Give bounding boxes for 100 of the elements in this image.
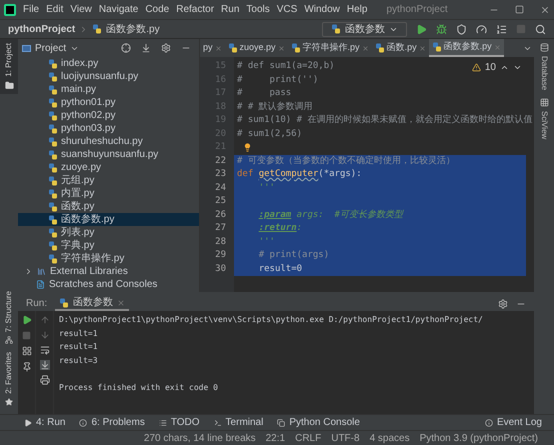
file-tree-item[interactable]: python01.py	[18, 96, 199, 109]
menu-item[interactable]: Navigate	[98, 2, 138, 17]
file-tree-item[interactable]: 内置.py	[18, 187, 199, 200]
file-tree-item[interactable]: shuruheshuchu.py	[18, 135, 199, 148]
layout-icon[interactable]	[22, 346, 32, 356]
python-file-icon	[48, 188, 58, 198]
down-icon[interactable]	[40, 330, 50, 340]
collapse-icon[interactable]	[141, 43, 151, 53]
editor-tab[interactable]: 函数参数.py	[428, 39, 504, 57]
wrap-icon[interactable]	[40, 345, 50, 355]
status-item[interactable]: 4 spaces	[370, 430, 410, 445]
menu-item[interactable]: Window	[304, 2, 340, 17]
tool-window-button[interactable]: 4: Run	[24, 415, 66, 430]
next-icon[interactable]	[513, 63, 522, 72]
file-tree-item[interactable]: zuoye.py	[18, 161, 199, 174]
list-icon[interactable]	[496, 24, 507, 34]
tool-window-button[interactable]: Python Console	[277, 415, 360, 430]
breadcrumb-item[interactable]: pythonProject	[8, 22, 76, 36]
tool-window-button[interactable]: 6: Problems	[79, 415, 145, 430]
file-tree-item[interactable]: 字符串操作.py	[18, 252, 199, 265]
menu-item[interactable]: Refactor	[176, 2, 214, 17]
python-file-icon	[374, 43, 385, 53]
tool-window-tab[interactable]: 2: Favorites	[3, 352, 15, 406]
warning-count[interactable]: 10	[484, 60, 496, 75]
file-tree-item[interactable]: 列表.py	[18, 226, 199, 239]
status-item[interactable]: Python 3.9 (pythonProject)	[420, 430, 538, 445]
tool-window-button[interactable]: Terminal	[214, 415, 264, 430]
file-tree-item[interactable]: 函数参数.py	[18, 213, 199, 226]
file-tree-item[interactable]: main.py	[18, 83, 199, 96]
file-tree-item[interactable]: 字典.py	[18, 239, 199, 252]
menu-item[interactable]: VCS	[276, 2, 298, 17]
file-tree-item[interactable]: luojiyunsuanfu.py	[18, 70, 199, 83]
rerun-icon[interactable]	[22, 315, 32, 325]
console-icon	[277, 418, 286, 426]
panel-label: Run:	[26, 297, 48, 311]
bug-icon[interactable]	[436, 24, 447, 34]
file-tree-item[interactable]: 函数.py	[18, 200, 199, 213]
editor-tab[interactable]: 字符串操作.py	[288, 39, 372, 57]
status-item[interactable]: CRLF	[295, 430, 322, 445]
line-number: 28	[214, 236, 227, 248]
search-icon[interactable]	[535, 24, 546, 34]
code-line: :return:	[258, 222, 302, 235]
play-icon	[24, 418, 32, 426]
menu-item[interactable]: Tools	[246, 2, 270, 17]
tree-item[interactable]: Scratches and Consoles	[49, 277, 158, 292]
run-config-dropdown[interactable]: 函数参数	[322, 22, 407, 36]
file-tree-item[interactable]: 元组.py	[18, 174, 199, 187]
tool-window-button[interactable]: Event Log	[484, 415, 542, 430]
file-tree-item[interactable]: suanshuyunsuanfu.py	[18, 148, 199, 161]
menu-item[interactable]: Code	[145, 2, 170, 17]
code-line: def getComputer(*args):	[237, 168, 362, 181]
close-icon[interactable]	[540, 4, 550, 14]
shield-icon[interactable]	[456, 24, 467, 34]
tool-window-tab[interactable]: 7: Structure	[3, 290, 15, 344]
previous-icon[interactable]	[500, 63, 509, 72]
pin-icon[interactable]	[22, 362, 32, 372]
code-line: # print('')	[237, 74, 318, 86]
python-file-icon	[48, 110, 58, 120]
file-tree-item[interactable]: index.py	[18, 57, 199, 70]
tool-window-button[interactable]: TODO	[158, 415, 200, 430]
maximize-icon[interactable]	[515, 5, 524, 14]
editor-tab[interactable]: zuoye.py	[224, 39, 288, 57]
expand-icon[interactable]	[24, 267, 33, 276]
scratch-icon	[36, 280, 45, 289]
code-line: # # 默认参数调用	[237, 100, 313, 114]
settings-icon[interactable]	[498, 298, 508, 308]
warning-icon	[472, 63, 481, 72]
menu-item[interactable]: Help	[346, 2, 368, 17]
status-item[interactable]: 22:1	[266, 430, 286, 445]
target-icon[interactable]	[121, 43, 131, 53]
run-icon[interactable]	[416, 24, 427, 34]
line-number: 23	[214, 168, 227, 181]
panel-title[interactable]: Project	[35, 40, 66, 56]
status-item[interactable]: UTF-8	[331, 430, 360, 445]
run-tab[interactable]: 函数参数	[55, 296, 130, 311]
print-icon[interactable]	[40, 375, 50, 385]
editor-tab[interactable]: 函数.py	[372, 39, 429, 57]
up-icon[interactable]	[40, 315, 50, 325]
tool-window-tab[interactable]: 1: Project	[0, 39, 18, 94]
editor-tab[interactable]: py	[200, 39, 225, 57]
code-line: # sum1(10) # 在调用的时候如果未赋值，就会用定义函数时给的默认值	[237, 114, 532, 127]
tool-window-tab[interactable]: Database	[538, 43, 550, 90]
file-tree-item[interactable]: python02.py	[18, 109, 199, 122]
tree-item[interactable]: External Libraries	[50, 264, 128, 279]
menu-item[interactable]: File	[23, 2, 40, 17]
gauge-icon[interactable]	[476, 24, 487, 34]
grid-icon	[540, 98, 548, 108]
breadcrumb-item[interactable]: 函数参数.py	[106, 22, 160, 36]
file-tree-item[interactable]: python03.py	[18, 122, 199, 135]
python-file-icon	[48, 240, 58, 250]
code-line: # sum1(2,56)	[237, 128, 302, 140]
lightbulb-icon[interactable]	[243, 143, 252, 152]
status-item[interactable]: 270 chars, 14 line breaks	[144, 430, 256, 445]
scroll-end-icon[interactable]	[40, 360, 50, 370]
code-line: result=0	[258, 262, 302, 276]
menu-item[interactable]: Edit	[46, 2, 64, 17]
settings-icon[interactable]	[161, 43, 171, 53]
tool-window-tab[interactable]: SciView	[538, 98, 550, 140]
menu-item[interactable]: Run	[221, 2, 240, 17]
menu-item[interactable]: View	[70, 2, 92, 17]
